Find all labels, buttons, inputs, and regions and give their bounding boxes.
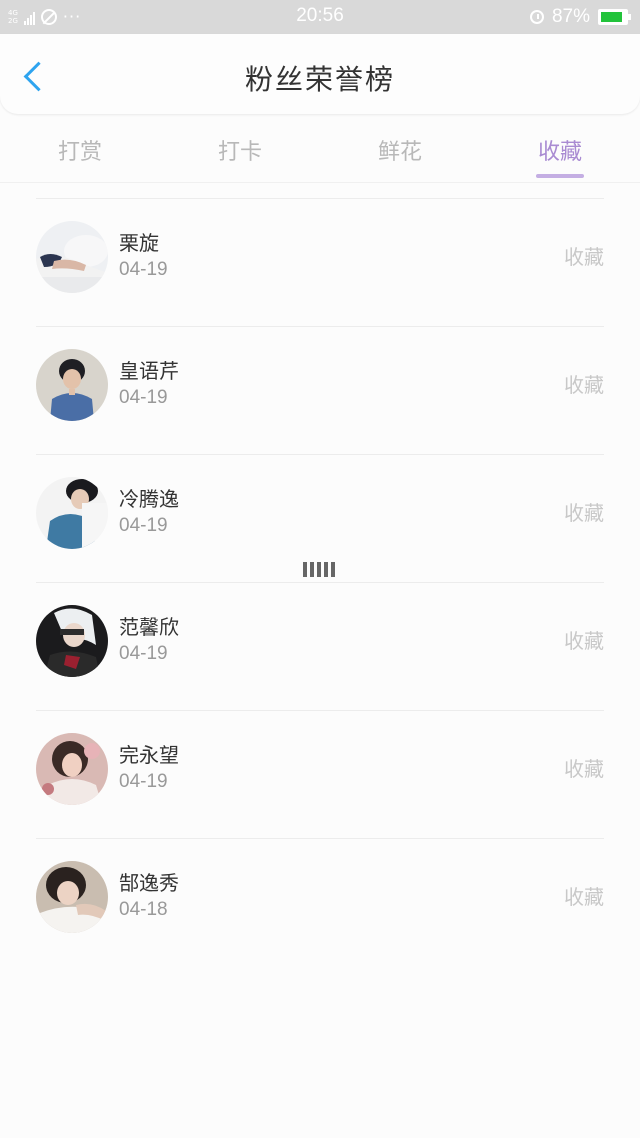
action-label: 收藏 [564,373,604,397]
tab-label: 打赏 [57,140,102,165]
action-label: 收藏 [564,501,604,525]
avatar[interactable] [36,733,108,805]
user-date: 04-19 [119,387,168,408]
user-name: 冷腾逸 [119,487,179,511]
list-item[interactable]: 栗旋 04-19 收藏 [0,199,640,326]
user-date: 04-18 [119,899,168,920]
user-name: 完永望 [119,743,179,767]
avatar[interactable] [36,861,108,933]
tab-label: 鲜花 [377,140,422,165]
status-bar: 4G 2G ··· 20:56 87% [0,0,640,34]
avatar[interactable] [36,349,108,421]
tab-bar: 打赏 打卡 鲜花 收藏 [0,114,640,182]
user-name: 栗旋 [119,231,159,255]
battery-icon [598,9,631,25]
page-title: 粉丝荣誉榜 [244,63,395,96]
list-item[interactable]: 皇语芹 04-19 收藏 [0,327,640,454]
user-name: 郜逸秀 [119,871,179,895]
list-item[interactable]: 郜逸秀 04-18 收藏 [0,839,640,966]
header: 粉丝荣誉榜 [0,34,640,114]
tab-label: 收藏 [537,140,582,165]
user-date: 04-19 [119,259,168,280]
battery-fill [601,12,622,22]
list-item[interactable]: 完永望 04-19 收藏 [0,711,640,838]
fan-list: 栗旋 04-19 收藏 皇语芹 04-19 收藏 冷腾逸 04-19 收藏 范馨… [0,198,640,966]
battery-percent: 87% [551,6,590,27]
tab-checkin[interactable]: 打卡 [160,114,320,182]
user-date: 04-19 [119,771,168,792]
avatar[interactable] [36,605,108,677]
list-item[interactable]: 范馨欣 04-19 收藏 [0,583,640,710]
action-label: 收藏 [564,885,604,909]
user-name: 范馨欣 [119,615,179,639]
action-label: 收藏 [564,245,604,269]
user-date: 04-19 [119,643,168,664]
action-label: 收藏 [564,757,604,781]
tab-label: 打卡 [217,140,262,165]
tab-flowers[interactable]: 鲜花 [320,114,480,182]
status-right: 87% [529,5,631,29]
user-date: 04-19 [119,515,168,536]
avatar[interactable] [36,221,108,293]
avatar[interactable] [36,477,108,549]
drag-handle-icon[interactable] [303,561,337,577]
action-label: 收藏 [564,629,604,653]
user-name: 皇语芹 [119,359,179,383]
alarm-icon [529,10,544,24]
tab-reward[interactable]: 打赏 [0,114,160,182]
tab-favorites[interactable]: 收藏 [480,114,640,182]
active-tab-indicator [536,174,584,178]
tabs-divider [0,182,640,183]
